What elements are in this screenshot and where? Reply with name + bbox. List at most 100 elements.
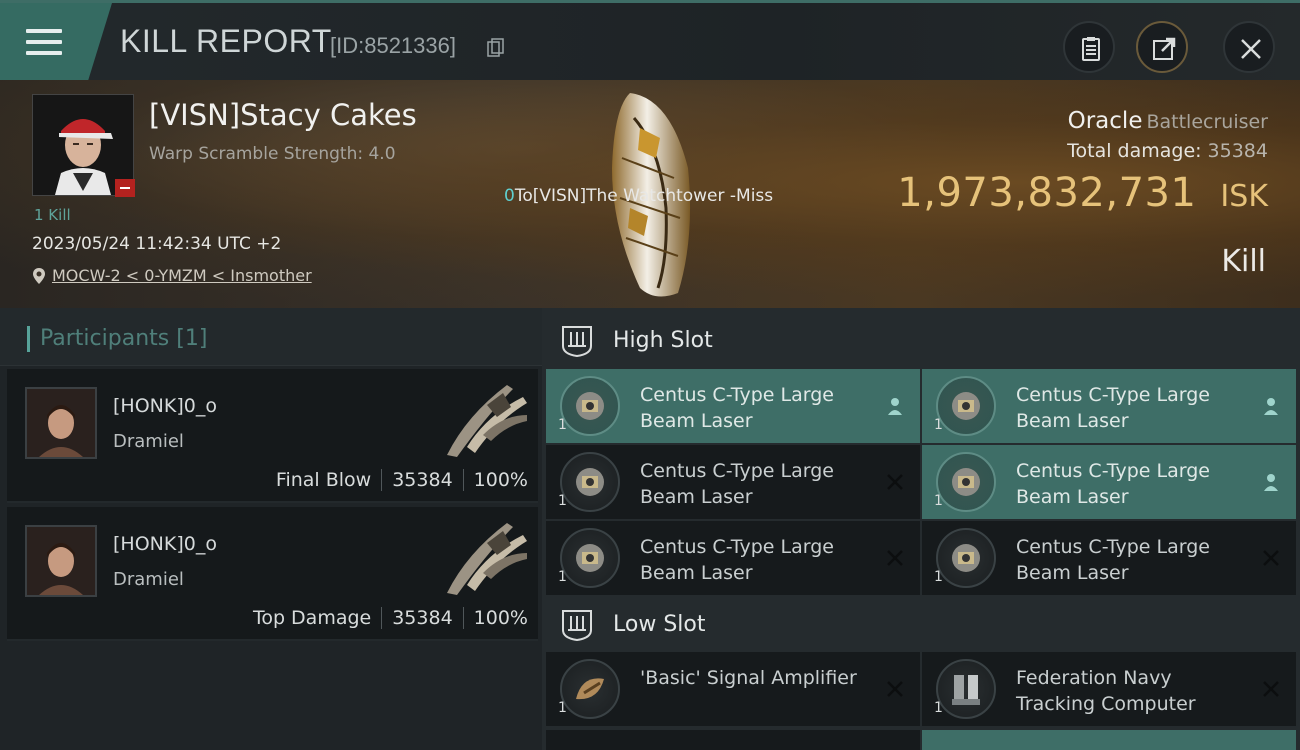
person-icon xyxy=(1264,398,1278,415)
participant-name: [HONK]0_o xyxy=(113,533,217,555)
low-slot-header: Low Slot xyxy=(542,594,1300,654)
module-item[interactable]: 1 'Basic' Signal Amplifier xyxy=(546,652,920,726)
module-item[interactable]: 1 Centus C-Type Large Beam Laser xyxy=(546,521,920,595)
low-slot-label: Low Slot xyxy=(613,612,706,637)
module-quantity: 1 xyxy=(934,569,943,585)
module-quantity: 1 xyxy=(558,417,567,433)
close-icon xyxy=(887,474,903,490)
module-item[interactable]: 1 Federation Navy Tracking Computer xyxy=(922,652,1296,726)
close-icon xyxy=(887,681,903,697)
kill-message: 0To[VISN]The Watchtower -Miss xyxy=(504,186,773,206)
high-slot-icon xyxy=(562,326,592,358)
participants-title: Participants [1] xyxy=(40,326,208,351)
person-icon xyxy=(888,398,902,415)
module-quantity: 1 xyxy=(558,569,567,585)
share-button[interactable] xyxy=(1136,21,1188,73)
participant-stats: Top Damage 35384 100% xyxy=(253,607,528,629)
low-slot-icon xyxy=(562,610,592,642)
module-item[interactable]: 1 Centus C-Type Large Beam Laser xyxy=(922,369,1296,443)
victim-kill-count: 1 Kill xyxy=(34,206,71,224)
total-damage-value: 35384 xyxy=(1207,140,1268,162)
module-name: Centus C-Type Large Beam Laser xyxy=(1016,384,1210,432)
participant-role: Final Blow xyxy=(275,469,372,491)
location-link[interactable]: MOCW-2 < 0-YMZM < Insmother xyxy=(32,266,312,285)
location-text: MOCW-2 < 0-YMZM < Insmother xyxy=(52,266,312,285)
module-quantity: 1 xyxy=(934,700,943,716)
module-name: Centus C-Type Large Beam Laser xyxy=(640,384,834,432)
beam-laser-icon xyxy=(936,528,996,588)
warp-scramble-strength: Warp Scramble Strength: 4.0 xyxy=(149,144,396,164)
signal-amplifier-icon xyxy=(560,659,620,719)
isk-label: ISK xyxy=(1220,179,1268,214)
victim-portrait[interactable] xyxy=(32,94,135,197)
module-name: Centus C-Type Large Beam Laser xyxy=(640,536,834,584)
beam-laser-icon xyxy=(560,452,620,512)
module-item[interactable]: 1 Centus C-Type Large Beam Laser xyxy=(922,445,1296,519)
participants-header: Participants [1] xyxy=(0,308,542,366)
module-item[interactable]: 1 Centus C-Type Large Beam Laser xyxy=(546,445,920,519)
menu-button[interactable] xyxy=(0,3,112,83)
share-icon xyxy=(1153,37,1176,60)
fitting-panel: High Slot 1 Centus C-Type Large Beam Las… xyxy=(542,308,1300,750)
kill-message-text: To[VISN]The Watchtower -Miss xyxy=(514,186,774,206)
module-name: Centus C-Type Large Beam Laser xyxy=(1016,536,1210,584)
module-name: Centus C-Type Large Beam Laser xyxy=(1016,460,1210,508)
module-name: 'Basic' Signal Amplifier xyxy=(640,667,857,689)
participant-damage: 35384 xyxy=(392,469,453,491)
module-item-partial[interactable] xyxy=(546,730,920,750)
ship-name: Oracle xyxy=(1067,108,1143,134)
participants-accent-bar xyxy=(27,326,30,352)
clipboard-button[interactable] xyxy=(1063,21,1115,73)
participant-percent: 100% xyxy=(473,607,528,629)
ship-class: Battlecruiser xyxy=(1146,111,1268,133)
total-damage-label: Total damage: xyxy=(1067,140,1202,162)
beam-laser-icon xyxy=(560,376,620,436)
tracking-computer-icon xyxy=(936,659,996,719)
module-quantity: 1 xyxy=(558,700,567,716)
participant-role: Top Damage xyxy=(252,607,372,629)
clipboard-icon xyxy=(1082,37,1100,61)
participant-portrait xyxy=(25,387,97,459)
hamburger-menu-icon xyxy=(26,29,62,57)
module-name: Centus C-Type Large Beam Laser xyxy=(640,460,834,508)
module-item-partial[interactable] xyxy=(922,730,1296,750)
participant-ship: Dramiel xyxy=(113,431,184,452)
close-icon xyxy=(1241,39,1261,59)
close-icon xyxy=(887,550,903,566)
copy-icon[interactable] xyxy=(487,38,505,58)
participant-row[interactable]: [HONK]0_o Dramiel Top Damage 35384 100% xyxy=(7,507,538,641)
hostile-badge xyxy=(115,179,135,197)
kill-datetime: 2023/05/24 11:42:34 UTC +2 xyxy=(32,234,282,254)
participants-panel: Participants [1] [HONK]0_o Dramiel Final… xyxy=(0,308,542,750)
dramiel-ship-image xyxy=(447,385,527,457)
kill-result-label: Kill xyxy=(1221,244,1266,279)
module-name: Federation Navy Tracking Computer xyxy=(1016,667,1196,715)
kill-message-count: 0 xyxy=(504,186,515,206)
close-button[interactable] xyxy=(1223,21,1275,73)
person-icon xyxy=(1264,474,1278,491)
isk-loss: 1,973,832,731 ISK xyxy=(897,170,1268,216)
participant-percent: 100% xyxy=(473,469,528,491)
module-quantity: 1 xyxy=(558,493,567,509)
kill-report-id: [ID:8521336] xyxy=(330,33,456,58)
module-quantity: 1 xyxy=(934,493,943,509)
module-item[interactable]: 1 Centus C-Type Large Beam Laser xyxy=(922,521,1296,595)
location-pin-icon xyxy=(33,267,45,284)
module-item[interactable]: 1 Centus C-Type Large Beam Laser xyxy=(546,369,920,443)
beam-laser-icon xyxy=(936,376,996,436)
close-icon xyxy=(1263,550,1279,566)
page-title: KILL REPORT xyxy=(120,23,332,59)
header-bar: KILL REPORT [ID:8521336] xyxy=(0,0,1300,83)
participant-damage: 35384 xyxy=(392,607,453,629)
ship-type[interactable]: Oracle Battlecruiser xyxy=(1068,108,1268,134)
total-damage: Total damage: 35384 xyxy=(1067,140,1268,162)
close-icon xyxy=(1263,681,1279,697)
dramiel-ship-image xyxy=(447,523,527,595)
participant-portrait xyxy=(25,525,97,597)
victim-name[interactable]: [VISN]Stacy Cakes xyxy=(149,98,417,132)
participant-name: [HONK]0_o xyxy=(113,395,217,417)
beam-laser-icon xyxy=(936,452,996,512)
module-quantity: 1 xyxy=(934,417,943,433)
high-slot-label: High Slot xyxy=(613,328,713,353)
participant-row[interactable]: [HONK]0_o Dramiel Final Blow 35384 100% xyxy=(7,369,538,503)
